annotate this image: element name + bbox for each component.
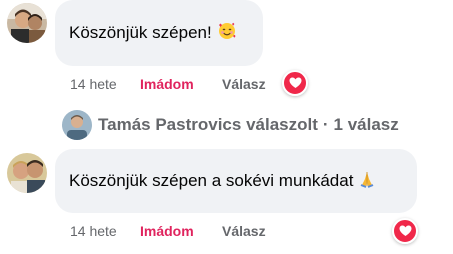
comment-2-actions: 14 hete Imádom Válasz — [70, 222, 266, 240]
comment-1-timestamp[interactable]: 14 hete — [70, 76, 140, 92]
comment-2-love-reaction-link[interactable]: Imádom — [140, 223, 222, 239]
heart-icon[interactable] — [392, 218, 418, 244]
comment-1-avatar[interactable] — [7, 3, 47, 43]
comment-2-reply-link[interactable]: Válasz — [222, 223, 266, 239]
reply-action-text: válaszolt — [246, 115, 318, 134]
reply-author-name: Tamás Pastrovics — [98, 115, 242, 134]
comment-2-text: Köszönjük szépen a sokévi munkádat — [69, 171, 354, 190]
comment-1-actions: 14 hete Imádom Válasz — [70, 75, 266, 93]
comment-2-timestamp[interactable]: 14 hete — [70, 223, 140, 239]
view-replies-link[interactable]: Tamás Pastrovics válaszolt · 1 válasz — [62, 109, 399, 141]
comment-1-reply-link[interactable]: Válasz — [222, 76, 266, 92]
comment-1-text: Köszönjük szépen! — [69, 23, 212, 42]
reply-author-avatar — [62, 110, 92, 140]
separator-dot: · — [322, 115, 329, 134]
folded-hands-icon — [358, 170, 376, 193]
comment-1-love-reaction-link[interactable]: Imádom — [140, 76, 222, 92]
heart-icon[interactable] — [282, 70, 308, 96]
reply-count: 1 válasz — [333, 115, 399, 134]
comment-2-bubble: Köszönjük szépen a sokévi munkádat — [55, 149, 417, 213]
comment-2-avatar[interactable] — [7, 153, 47, 193]
comment-1-bubble: Köszönjük szépen! — [55, 0, 263, 66]
smiling-face-with-hearts-icon — [217, 21, 237, 46]
